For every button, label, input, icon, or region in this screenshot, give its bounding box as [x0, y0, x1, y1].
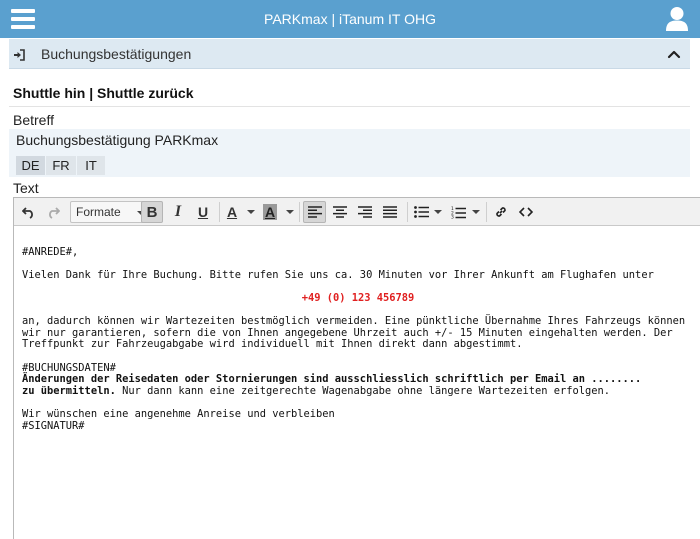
panel-title: Buchungsbestätigungen: [41, 46, 192, 62]
redo-icon[interactable]: [42, 201, 64, 223]
italic-button[interactable]: I: [167, 201, 189, 223]
subject-label: Betreff: [13, 112, 54, 128]
rich-text-editor: Formate B I U A A 123 #ANREDE#, Vielen D…: [13, 197, 700, 539]
language-tabs: DE FR IT: [9, 155, 690, 177]
toolbar-separator: [407, 202, 408, 222]
panel-header[interactable]: Buchungsbestätigungen: [9, 39, 690, 69]
background-color-label: A: [262, 204, 278, 220]
tab-language-fr[interactable]: FR: [46, 156, 76, 175]
editor-content[interactable]: #ANREDE#, Vielen Dank für Ihre Buchung. …: [14, 227, 700, 539]
undo-icon[interactable]: [18, 201, 40, 223]
closing-text: Wir wünschen eine angenehme Anreise und …: [22, 407, 335, 420]
phone-number: +49 (0) 123 456789: [301, 291, 415, 304]
divider: [9, 106, 690, 107]
editor-toolbar: Formate B I U A A 123: [14, 198, 700, 226]
subject-field[interactable]: Buchungsbestätigung PARKmax: [9, 129, 690, 155]
bold-button[interactable]: B: [141, 201, 163, 223]
text-color-button[interactable]: A: [222, 201, 242, 223]
tab-language-it[interactable]: IT: [77, 156, 105, 175]
top-navigation-bar: PARKmax | iTanum IT OHG: [0, 0, 700, 38]
align-center-icon[interactable]: [329, 201, 351, 223]
bullet-list-icon[interactable]: [411, 201, 431, 223]
subject-value: Buchungsbestätigung PARKmax: [16, 132, 219, 148]
toolbar-separator: [219, 202, 220, 222]
paragraph-line: an, dadurch können wir Wartezeiten bestm…: [22, 315, 686, 328]
chevron-down-icon[interactable]: [434, 210, 442, 214]
chevron-down-icon[interactable]: [286, 210, 294, 214]
notice-text: Nur dann kann eine zeitgerechte Wagenabg…: [115, 384, 611, 397]
background-color-button[interactable]: A: [260, 201, 280, 223]
toolbar-separator: [299, 202, 300, 222]
formats-dropdown[interactable]: Formate: [70, 201, 150, 223]
toolbar-separator: [486, 202, 487, 222]
user-icon[interactable]: [665, 6, 689, 32]
text-label: Text: [13, 180, 39, 196]
app-title: PARKmax | iTanum IT OHG: [264, 11, 436, 27]
chevron-down-icon[interactable]: [472, 210, 480, 214]
chevron-down-icon[interactable]: [247, 210, 255, 214]
svg-text:3: 3: [451, 214, 454, 218]
notice-paragraph: zu übermitteln. Nur dann kann eine zeitg…: [22, 384, 694, 398]
intro-text: Vielen Dank für Ihre Buchung. Bitte rufe…: [22, 268, 654, 281]
paragraph-line: Treffpunkt zur Fahrzeugabgabe wird indiv…: [22, 338, 523, 351]
align-left-icon[interactable]: [303, 201, 326, 223]
source-code-icon[interactable]: [515, 201, 537, 223]
notice-bold-text: zu übermitteln.: [22, 384, 116, 397]
salutation-placeholder: #ANREDE#,: [22, 245, 79, 258]
underline-button[interactable]: U: [192, 201, 214, 223]
align-right-icon[interactable]: [354, 201, 376, 223]
tab-language-de[interactable]: DE: [16, 156, 45, 175]
signature-placeholder: #SIGNATUR#: [22, 419, 85, 432]
formats-label: Formate: [76, 205, 121, 219]
section-heading: Shuttle hin | Shuttle zurück: [13, 85, 194, 101]
align-justify-icon[interactable]: [379, 201, 401, 223]
sign-in-icon: [13, 48, 25, 61]
chevron-up-icon[interactable]: [666, 46, 682, 62]
link-icon[interactable]: [490, 201, 512, 223]
numbered-list-icon[interactable]: 123: [448, 201, 468, 223]
